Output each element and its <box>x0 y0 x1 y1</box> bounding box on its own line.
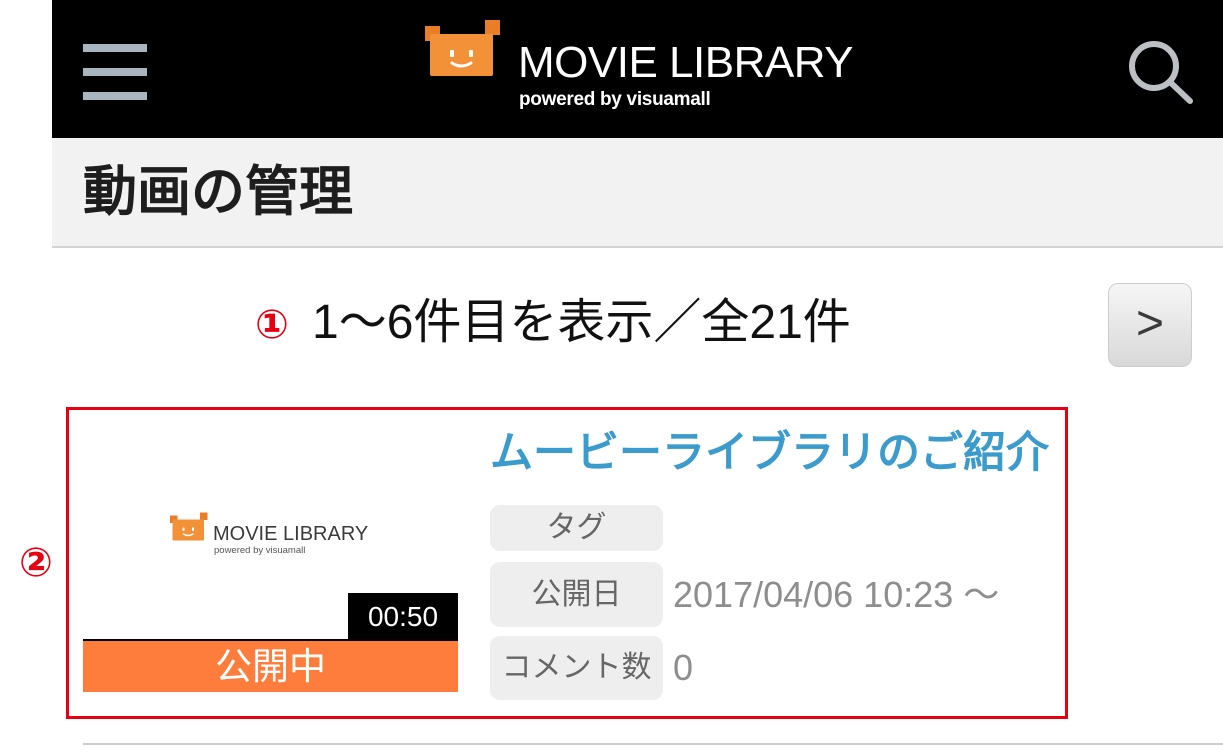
video-thumbnail[interactable]: MOVIE LIBRARY powered by visuamall 00:50… <box>83 430 458 692</box>
site-logo[interactable]: MOVIE LIBRARY powered by visuamall <box>425 18 865 118</box>
video-list-item: MOVIE LIBRARY powered by visuamall 00:50… <box>83 428 1058 703</box>
page-title-bar: 動画の管理 <box>52 138 1223 248</box>
mascot-logo-icon <box>425 19 501 77</box>
field-value-comment-count: 0 <box>673 647 694 688</box>
list-divider <box>83 743 1223 745</box>
search-icon[interactable] <box>1124 38 1194 104</box>
app-header: MOVIE LIBRARY powered by visuamall <box>52 0 1223 138</box>
thumbnail-logo-subtitle: powered by visuamall <box>214 545 306 556</box>
annotation-marker-2: ② <box>19 540 53 586</box>
hamburger-line <box>83 92 147 100</box>
pagination-summary: 1〜6件目を表示／全21件 <box>312 296 851 349</box>
hamburger-menu-icon[interactable] <box>83 44 147 100</box>
thumbnail-logo-title: MOVIE LIBRARY <box>213 523 369 545</box>
hamburger-line <box>83 44 147 52</box>
next-page-button[interactable]: > <box>1108 283 1192 367</box>
logo-title: MOVIE LIBRARY <box>518 38 854 87</box>
status-badge: 公開中 <box>83 641 458 692</box>
field-value-published-date: 2017/04/06 10:23 〜 <box>673 574 1000 615</box>
hamburger-line <box>83 68 147 76</box>
page-title: 動画の管理 <box>83 162 353 222</box>
magnifier-glyph <box>1129 41 1193 104</box>
mascot-logo-icon <box>170 512 208 541</box>
annotation-marker-1: ① <box>255 302 289 348</box>
field-label-published-date: 公開日 <box>490 562 663 627</box>
field-label-comment-count: コメント数 <box>490 636 663 700</box>
field-label-tags: タグ <box>490 505 663 551</box>
duration-badge: 00:50 <box>348 593 458 641</box>
movie-library-screen: MOVIE LIBRARY powered by visuamall 動画の管理… <box>0 0 1223 755</box>
logo-subtitle: powered by visuamall <box>519 89 711 110</box>
video-title-link[interactable]: ムービーライブラリのご紹介 <box>490 428 1049 478</box>
